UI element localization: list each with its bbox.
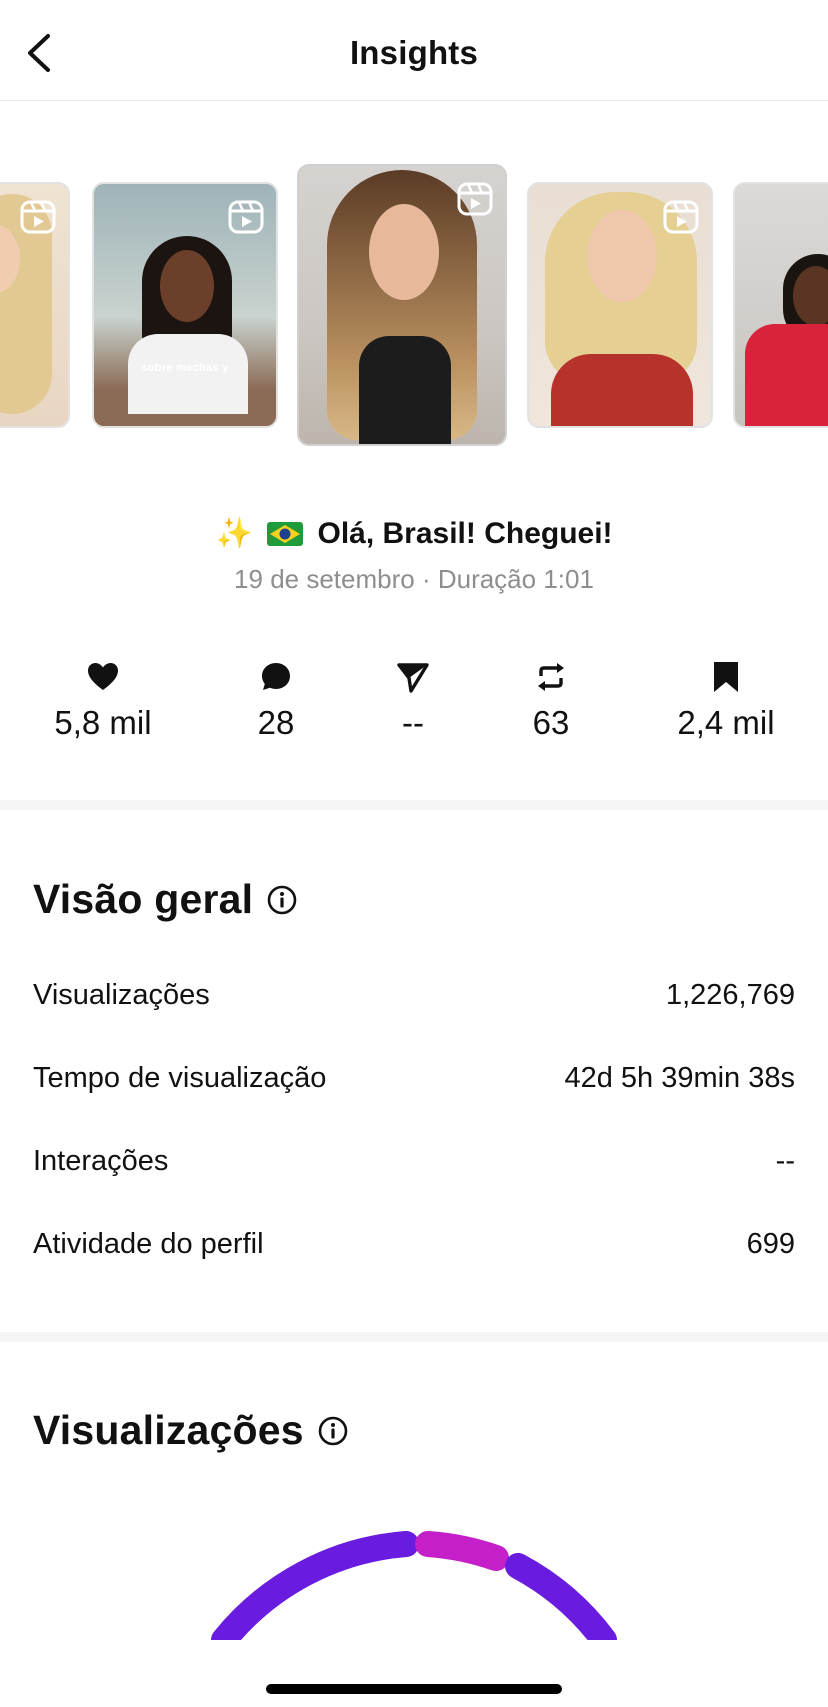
overview-title: Visão geral (33, 876, 297, 923)
info-icon[interactable] (267, 878, 297, 915)
face-shape (587, 210, 657, 302)
reels-icon (663, 200, 699, 234)
stat-saves: 2,4 mil (641, 660, 811, 742)
top-shape (551, 354, 693, 426)
post-meta: 19 de setembro · Duração 1:01 (0, 564, 828, 595)
shirt-shape (128, 334, 248, 414)
header: Insights (0, 0, 828, 101)
gauge-segment-secondary (415, 1531, 509, 1571)
row-value: 42d 5h 39min 38s (564, 1061, 795, 1094)
reel-thumbnail[interactable] (733, 182, 828, 428)
meta-separator: · (414, 564, 438, 594)
reel-caption: sobre mechas y (141, 362, 229, 374)
row-value: -- (775, 1144, 795, 1177)
reels-carousel[interactable]: sobre mechas y (0, 164, 828, 446)
bookmark-icon (714, 662, 738, 692)
jacket-shape (745, 324, 828, 426)
sparkles-icon: ✨ (215, 517, 253, 550)
stat-value: 5,8 mil (54, 704, 152, 741)
views-title: Visualizações (33, 1407, 348, 1454)
home-indicator[interactable] (266, 1684, 562, 1694)
reel-thumbnail-active[interactable] (297, 164, 507, 446)
overview-row-interactions: Interações -- (33, 1141, 795, 1181)
overview-title-text: Visão geral (33, 876, 254, 922)
stat-likes: 5,8 mil (18, 660, 188, 742)
row-value: 699 (746, 1227, 795, 1260)
overview-row-views: Visualizações 1,226,769 (33, 975, 795, 1015)
row-label: Interações (33, 1144, 169, 1177)
info-icon[interactable] (318, 1409, 348, 1446)
gauge-segment-primary (505, 1553, 617, 1640)
reels-icon (457, 182, 493, 216)
post-title: ✨ Olá, Brasil! Cheguei! (0, 516, 828, 551)
section-divider (0, 1332, 828, 1342)
section-divider (0, 800, 828, 810)
post-title-text: Olá, Brasil! Cheguei! (317, 517, 613, 550)
reels-icon (228, 200, 264, 234)
row-value: 1,226,769 (665, 978, 795, 1011)
face-shape (160, 250, 214, 322)
shirt-shape (359, 336, 451, 444)
reels-icon (20, 200, 56, 234)
share-icon (397, 663, 429, 693)
stat-value: 63 (532, 704, 570, 741)
stat-reposts: 63 (466, 660, 636, 742)
stat-value: 2,4 mil (677, 704, 775, 741)
row-label: Visualizações (33, 978, 210, 1011)
views-gauge (211, 1531, 617, 1640)
overview-row-watch-time: Tempo de visualização 42d 5h 39min 38s (33, 1058, 795, 1098)
heart-icon (88, 663, 118, 690)
views-title-text: Visualizações (33, 1407, 304, 1453)
reel-thumbnail[interactable] (527, 182, 713, 428)
comment-icon (262, 663, 290, 690)
post-date: 19 de setembro (234, 564, 415, 594)
reel-thumbnail[interactable]: sobre mechas y (92, 182, 278, 428)
repost-icon (538, 663, 564, 691)
gauge-segment-primary (211, 1531, 419, 1640)
row-label: Tempo de visualização (33, 1061, 327, 1094)
row-label: Atividade do perfil (33, 1227, 264, 1260)
brazil-flag-icon (267, 520, 304, 546)
reel-thumbnail[interactable] (0, 182, 70, 428)
engagement-stats: 5,8 mil 28 -- 63 2,4 mil (0, 660, 828, 760)
face-shape (369, 204, 439, 300)
overview-row-profile-activity: Atividade do perfil 699 (33, 1224, 795, 1264)
page-title: Insights (349, 34, 479, 71)
post-duration: Duração 1:01 (437, 564, 594, 594)
